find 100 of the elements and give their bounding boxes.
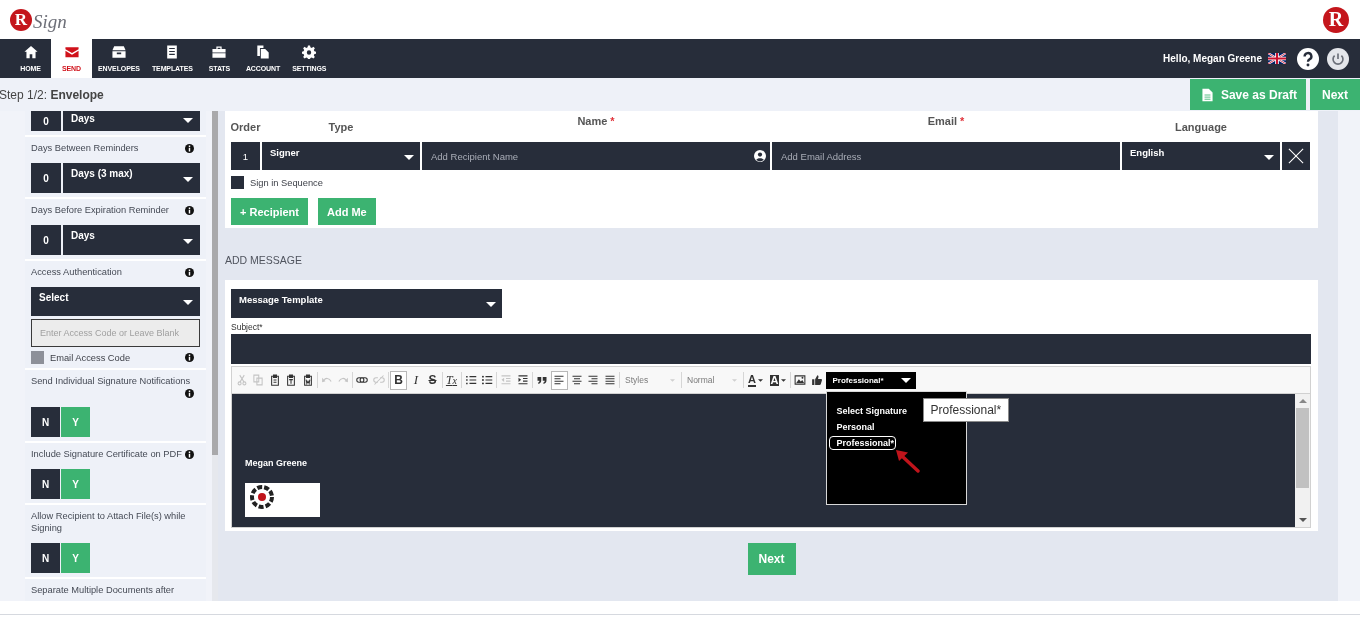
caret-icon (781, 378, 787, 382)
menu-option[interactable]: Professional* (828, 435, 897, 450)
quote-icon (535, 374, 548, 386)
checkbox-label: Email Access Code (50, 352, 131, 363)
access-code-field[interactable]: Enter Access Code or Leave Blank (31, 319, 200, 347)
toggle-option[interactable]: N (31, 407, 60, 437)
caret-icon (1264, 154, 1274, 160)
justify-icon (603, 374, 616, 386)
scrollbar-track[interactable] (212, 111, 218, 601)
number-field[interactable]: 0 (31, 163, 61, 193)
number-field[interactable]: 0 (31, 111, 61, 131)
files-icon (256, 45, 270, 59)
user-icon[interactable] (754, 150, 766, 162)
setting-label: Days Before Expiration Reminder (31, 204, 169, 216)
thumbs-up-icon (810, 374, 823, 386)
order-cell: 1 (231, 142, 260, 170)
document-icon (165, 45, 180, 59)
toggle-option[interactable]: N (31, 469, 60, 499)
unit-dropdown[interactable]: Days (63, 225, 200, 255)
text-color-button[interactable]: A (745, 370, 766, 390)
tray-icon (111, 45, 126, 59)
caret-icon (183, 118, 193, 123)
setting-label: Send Individual Signature Notifications (31, 375, 191, 387)
help-icon[interactable] (1297, 47, 1319, 70)
column-header: Email * (927, 114, 965, 127)
signature-name: Megan Greene (245, 458, 308, 468)
signature-dropdown[interactable]: Professional* (825, 371, 916, 389)
step-title: Step 1/2: Envelope (0, 87, 104, 102)
copy-icon (252, 374, 264, 386)
menu-option[interactable]: Personal (828, 419, 883, 434)
name-field[interactable]: Add Recipient Name (422, 142, 770, 170)
setting-label: Include Signature Certificate on PDF (31, 448, 182, 460)
checkbox-label: Sign in Sequence (250, 177, 323, 188)
link-icon (356, 374, 368, 386)
scrollbar-thumb[interactable] (212, 111, 218, 455)
email-field[interactable]: Add Email Address (772, 142, 1120, 170)
setting-label: Days Between Reminders (31, 142, 139, 154)
caret-icon (757, 378, 763, 382)
number-field[interactable]: 0 (31, 225, 61, 255)
background-color-button[interactable]: A (767, 370, 789, 390)
subject-label: Subject* (231, 322, 263, 332)
bold-button[interactable]: B (390, 370, 407, 390)
caret-icon (183, 238, 193, 244)
clipboard-icon (301, 374, 314, 386)
caret-icon (404, 154, 414, 160)
align-right-icon (587, 374, 599, 386)
indent-icon (516, 374, 529, 386)
unit-dropdown[interactable]: Days (3 max) (63, 163, 200, 193)
outdent-icon (500, 374, 512, 386)
greeting-text: Hello, Megan Greene (1163, 53, 1262, 64)
align-left-icon (553, 374, 565, 386)
bulleted-list-icon (481, 374, 493, 386)
unlink-icon (372, 374, 385, 386)
menu-option[interactable]: Select Signature (828, 403, 916, 418)
image-icon (794, 374, 806, 386)
power-icon[interactable] (1327, 47, 1349, 70)
scissors-icon (235, 374, 248, 386)
strike-button[interactable]: S (425, 370, 440, 390)
authentication-dropdown[interactable]: Select (31, 287, 200, 316)
scroll-down-icon[interactable] (1298, 518, 1307, 522)
setting-label: Allow Recipient to Attach File(s) while Signing (31, 510, 187, 534)
brand-mark: R (1323, 6, 1349, 33)
italic-button[interactable]: I (408, 370, 424, 390)
numbered-list-icon (464, 374, 477, 386)
document-icon (1201, 87, 1213, 102)
scrollbar-thumb[interactable] (1296, 408, 1309, 488)
clipboard-icon (268, 374, 281, 386)
align-left-button[interactable] (550, 370, 568, 390)
toggle-option[interactable]: N (31, 543, 60, 573)
setting-label: Access Authentication (31, 266, 122, 278)
message-template-dropdown[interactable]: Message Template (231, 289, 502, 318)
column-header: Order (230, 120, 261, 133)
settings-icon (302, 45, 317, 59)
flag-icon[interactable] (1268, 53, 1286, 64)
align-center-icon (570, 374, 583, 386)
column-header: Language (1175, 120, 1227, 133)
remove-recipient-button[interactable] (1282, 142, 1310, 170)
clipboard-icon (285, 374, 297, 386)
language-dropdown[interactable]: English (1122, 142, 1280, 170)
caret-icon (183, 176, 193, 182)
caret-icon (900, 377, 911, 383)
close-icon (1288, 148, 1304, 164)
envelope-icon (64, 45, 79, 59)
setting-label: Separate Multiple Documents after (31, 584, 175, 596)
scroll-up-icon[interactable] (1298, 399, 1307, 403)
logo-mark: R (10, 8, 32, 31)
type-dropdown[interactable]: Signer (262, 142, 420, 170)
home-icon (23, 45, 38, 59)
checkbox[interactable] (231, 176, 244, 189)
styles-dropdown[interactable]: Styles (621, 370, 679, 390)
column-header: Type (328, 120, 354, 133)
format-dropdown[interactable]: Normal (683, 370, 741, 390)
section-heading: ADD MESSAGE (225, 254, 303, 266)
subject-field[interactable] (231, 334, 1311, 364)
unit-dropdown[interactable]: Days (63, 111, 200, 131)
caret-icon (486, 302, 496, 307)
scrollbar-track[interactable] (1295, 394, 1310, 527)
caret-icon (183, 300, 193, 305)
briefcase-icon (212, 45, 227, 59)
logo-text: Sign (33, 11, 67, 31)
